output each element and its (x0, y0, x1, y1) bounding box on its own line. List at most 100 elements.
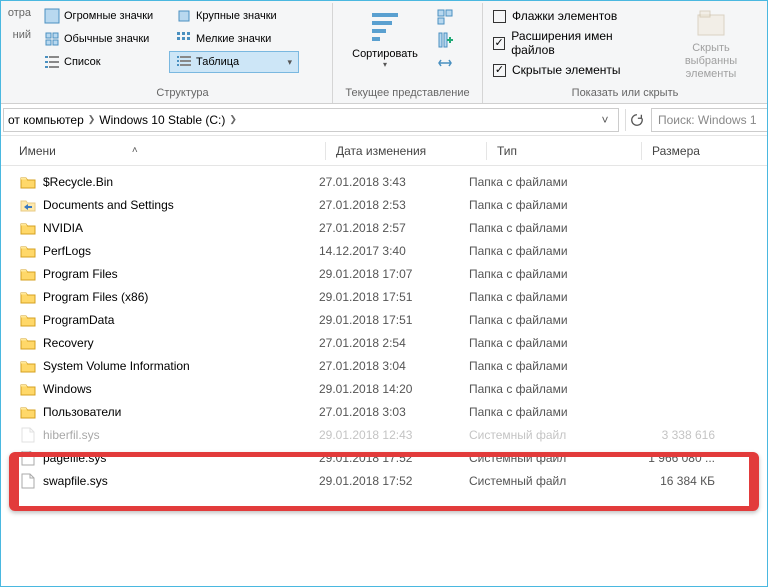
layout-small-icons[interactable]: Мелкие значки (169, 28, 299, 50)
breadcrumb[interactable]: от компьютер ❯ Windows 10 Stable (C:) ❯ … (3, 108, 619, 132)
layout-large-icons[interactable]: Крупные значки (169, 5, 299, 27)
file-icon (19, 427, 37, 443)
file-date: 27.01.2018 2:54 (319, 336, 469, 350)
label: Имени (19, 144, 56, 158)
label: Таблица (196, 56, 239, 68)
file-name-text: Program Files (43, 267, 118, 281)
layout-table[interactable]: Таблица ▾ (169, 51, 299, 73)
column-type[interactable]: Тип (497, 144, 641, 158)
item-checkboxes-toggle[interactable]: Флажки элементов (493, 9, 650, 23)
folder-icon (19, 312, 37, 328)
file-row[interactable]: ProgramData 29.01.2018 17:51Папка с файла… (1, 308, 767, 331)
show-hide-group: Флажки элементов Расширения имен файлов … (483, 3, 767, 103)
dropdown-icon: ▾ (287, 57, 292, 68)
folder-icon (19, 266, 37, 282)
file-type: Системный файл (469, 428, 617, 442)
file-date: 29.01.2018 17:51 (319, 313, 469, 327)
hide-selected-button[interactable]: Скрыть выбранныэлементы (659, 5, 763, 85)
junction-icon (19, 197, 37, 213)
file-extensions-toggle[interactable]: Расширения имен файлов (493, 29, 650, 57)
sort-button[interactable]: Сортировать ▾ (337, 5, 433, 85)
file-size: 16 384 КБ (617, 474, 723, 488)
file-type: Папка с файлами (469, 359, 617, 373)
table-icon (176, 54, 192, 70)
file-date: 27.01.2018 3:43 (319, 175, 469, 189)
size-columns-button[interactable] (434, 53, 456, 73)
file-name-text: Recovery (43, 336, 94, 350)
file-row[interactable]: Program Files29.01.2018 17:07Папка с фай… (1, 262, 767, 285)
file-icon (19, 450, 37, 466)
file-name-text: hiberfil.sys (43, 428, 100, 442)
breadcrumb-item[interactable]: Windows 10 Stable (C:) (99, 113, 225, 127)
file-row[interactable]: Пользователи27.01.2018 3:03Папка с файла… (1, 400, 767, 423)
ribbon-text: ний (3, 29, 31, 41)
group-by-button[interactable] (434, 7, 456, 27)
file-type: Папка с файлами (469, 221, 617, 235)
file-type: Папка с файлами (469, 382, 617, 396)
search-input[interactable]: Поиск: Windows 1 (651, 108, 767, 132)
file-type: Папка с файлами (469, 267, 617, 281)
file-row[interactable]: PerfLogs14.12.2017 3:40Папка с файлами (1, 239, 767, 262)
file-date: 27.01.2018 2:57 (319, 221, 469, 235)
file-name-text: Пользователи (43, 405, 121, 419)
file-row[interactable]: Program Files (x86)29.01.2018 17:51Папка… (1, 285, 767, 308)
folder-icon (19, 243, 37, 259)
file-row[interactable]: Windows 29.01.2018 14:20Папка с файлами (1, 377, 767, 400)
file-type: Папка с файлами (469, 198, 617, 212)
file-list: $Recycle.Bin27.01.2018 3:43Папка с файла… (1, 166, 767, 492)
column-headers: Имени ˄ Дата изменения Тип Размера (1, 136, 767, 166)
add-columns-button[interactable] (434, 30, 456, 50)
file-name-text: NVIDIA (43, 221, 83, 235)
file-name-text: ProgramData (43, 313, 114, 327)
file-row[interactable]: NVIDIA 27.01.2018 2:57Папка с файлами (1, 216, 767, 239)
file-row[interactable]: Documents and Settings27.01.2018 2:53Пап… (1, 193, 767, 216)
file-name-text: System Volume Information (43, 359, 190, 373)
list-icon (44, 54, 60, 70)
checkbox-icon (493, 10, 506, 23)
file-size: 3 338 616 (617, 428, 723, 442)
file-name-text: PerfLogs (43, 244, 91, 258)
folder-icon (19, 174, 37, 190)
file-date: 29.01.2018 14:20 (319, 382, 469, 396)
file-type: Папка с файлами (469, 405, 617, 419)
file-row[interactable]: hiberfil.sys29.01.2018 12:43Системный фа… (1, 423, 767, 446)
folder-icon (19, 220, 37, 236)
label: Сортировать (352, 48, 418, 60)
column-name[interactable]: Имени ˄ (19, 144, 325, 158)
sort-asc-icon: ˄ (132, 145, 138, 156)
file-type: Системный файл (469, 474, 617, 488)
chevron-right-icon[interactable]: ❯ (227, 114, 239, 125)
file-name-text: Windows (43, 382, 92, 396)
file-icon (19, 473, 37, 489)
file-row[interactable]: Recovery27.01.2018 2:54Папка с файлами (1, 331, 767, 354)
label: Скрыть выбранныэлементы (665, 42, 757, 82)
chevron-right-icon[interactable]: ❯ (86, 114, 98, 125)
label: Флажки элементов (512, 9, 617, 23)
sort-icon (368, 7, 402, 47)
large-icons-icon (176, 8, 192, 24)
file-row[interactable]: $Recycle.Bin27.01.2018 3:43Папка с файла… (1, 170, 767, 193)
label: Огромные значки (64, 10, 153, 22)
file-type: Папка с файлами (469, 313, 617, 327)
column-date[interactable]: Дата изменения (336, 144, 486, 158)
huge-icons-icon (44, 8, 60, 24)
file-row[interactable]: swapfile.sys29.01.2018 17:52Системный фа… (1, 469, 767, 492)
layout-huge-icons[interactable]: Огромные значки (37, 5, 167, 27)
file-name-text: swapfile.sys (43, 474, 108, 488)
checkbox-checked-icon (493, 37, 505, 50)
hide-icon (694, 7, 728, 41)
breadcrumb-item[interactable]: от компьютер (8, 113, 84, 127)
group-label: Структура (37, 85, 328, 103)
file-row[interactable]: System Volume Information 27.01.2018 3:04… (1, 354, 767, 377)
column-size[interactable]: Размера (652, 144, 762, 158)
folder-icon (19, 335, 37, 351)
layout-normal-icons[interactable]: Обычные значки (37, 28, 167, 50)
address-dropdown-icon[interactable]: ˅ (596, 111, 614, 129)
file-date: 29.01.2018 17:51 (319, 290, 469, 304)
hidden-items-toggle[interactable]: Скрытые элементы (493, 63, 650, 77)
layout-list[interactable]: Список (37, 51, 167, 73)
file-type: Папка с файлами (469, 244, 617, 258)
refresh-button[interactable] (625, 109, 647, 131)
group-label: Показать или скрыть (487, 85, 763, 103)
file-date: 27.01.2018 3:04 (319, 359, 469, 373)
